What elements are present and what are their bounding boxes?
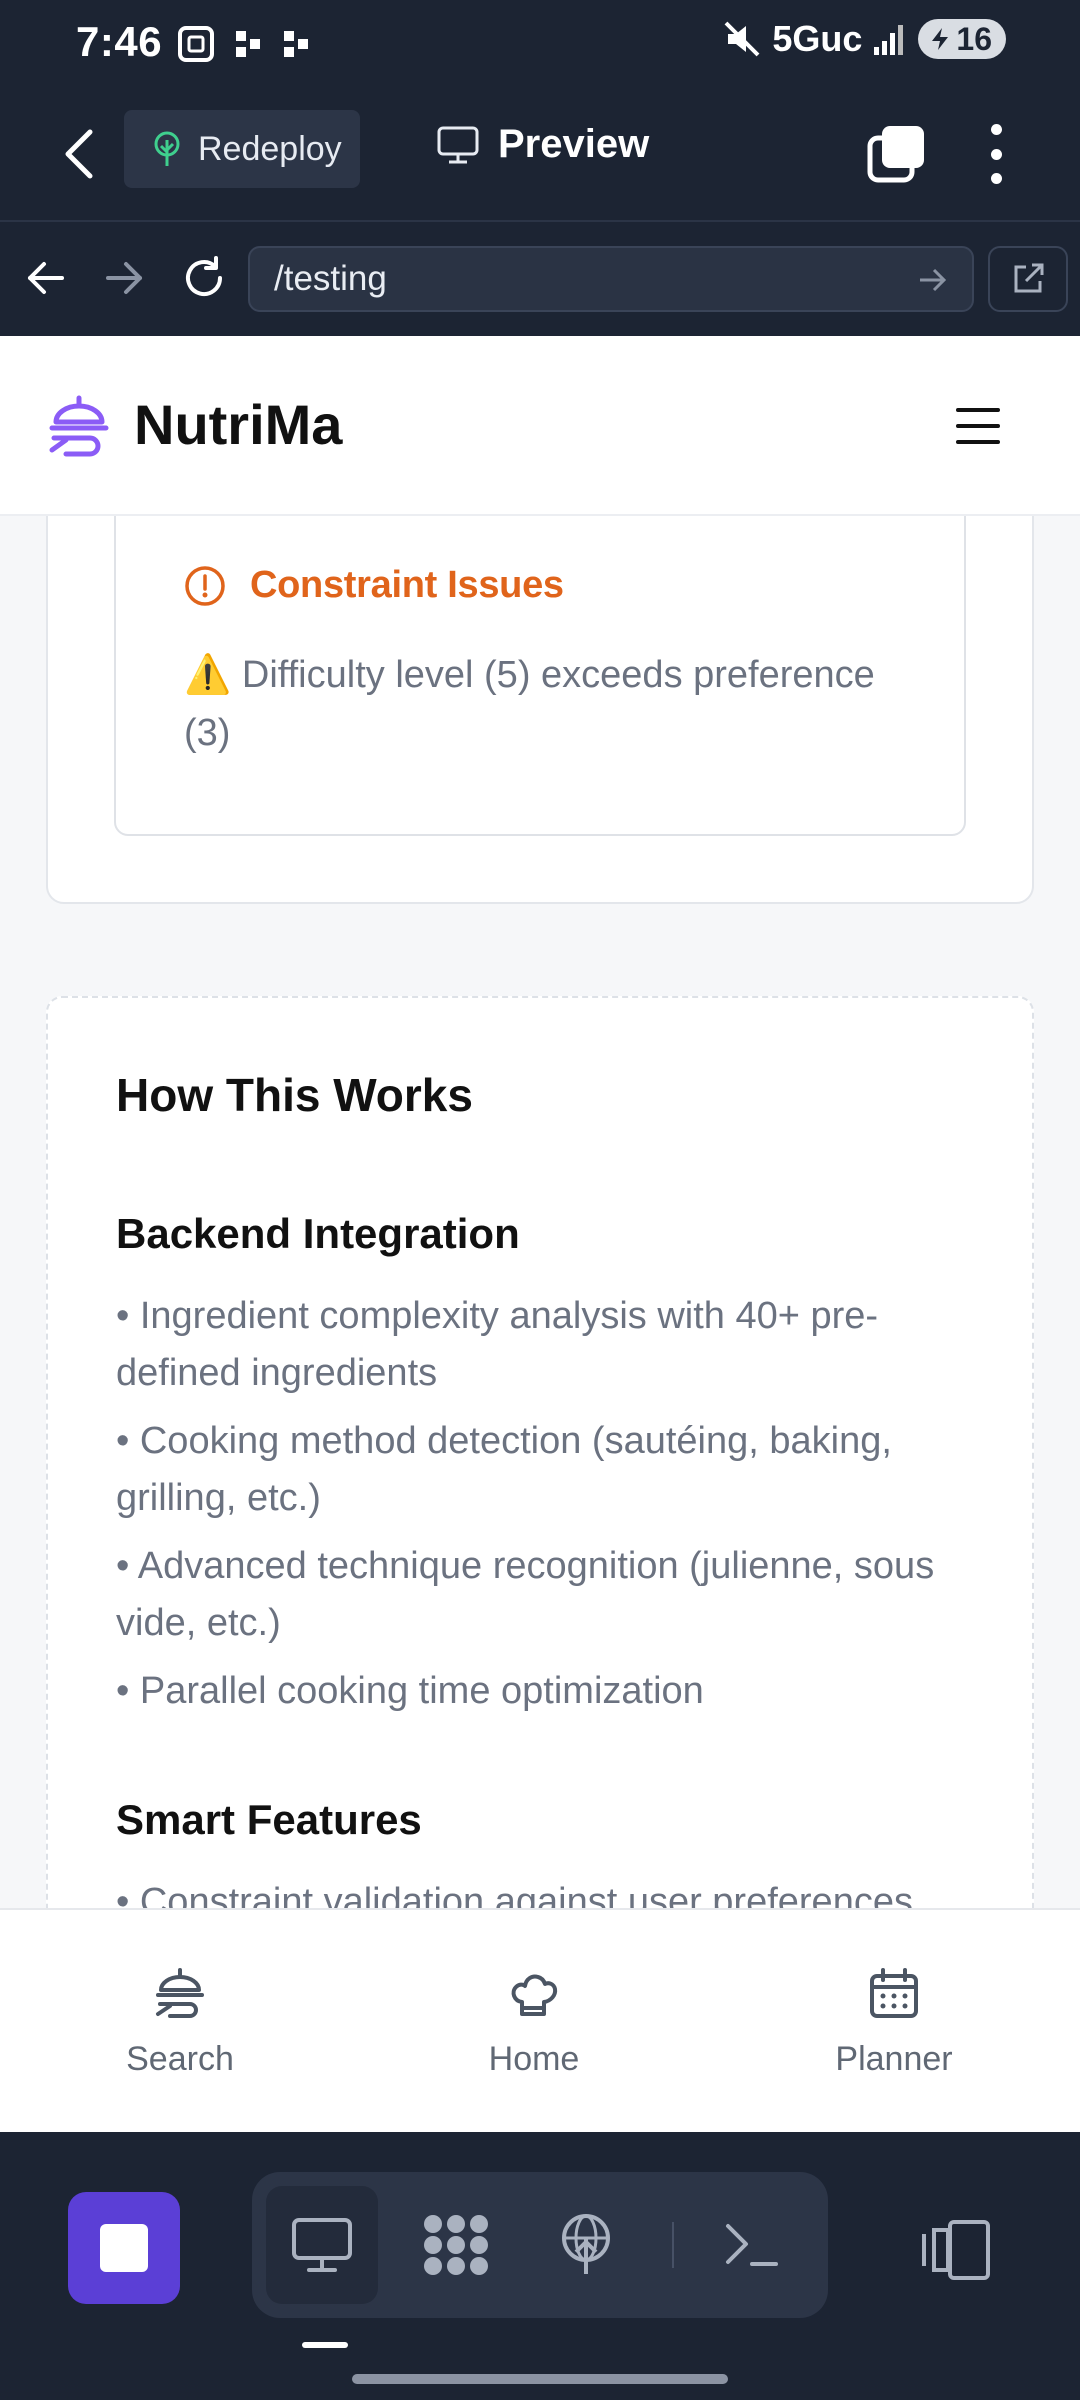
preview-tab[interactable]: Preview (436, 122, 649, 167)
tool-console[interactable] (696, 2186, 808, 2304)
nodes-icon (424, 2215, 488, 2275)
how-title: How This Works (116, 1069, 473, 1121)
tool-preview[interactable] (266, 2186, 378, 2304)
battery-indicator: 16 (918, 19, 1006, 59)
monitor-icon (292, 2218, 352, 2272)
stop-icon (100, 2224, 148, 2272)
app-toolbar: Redeploy Preview (0, 88, 1080, 222)
active-tab-indicator (302, 2342, 348, 2348)
status-right: 5Guc 16 (722, 18, 1006, 60)
external-link-icon (1014, 263, 1044, 293)
status-bar: 7:46 5Guc 16 (0, 0, 1080, 88)
redeploy-label: Redeploy (198, 129, 342, 168)
list-item: • Advanced technique recognition (julien… (116, 1545, 935, 1644)
tool-switcher (252, 2172, 828, 2318)
go-arrow-icon[interactable] (914, 262, 950, 298)
web-viewport: NutriMa Constraint Issues ⚠️ Difficulty … (0, 336, 1080, 2132)
nav-forward-icon[interactable] (96, 250, 152, 306)
url-text: /testing (274, 259, 387, 298)
terminal-icon (726, 2224, 778, 2266)
backend-list: • Ingredient complexity analysis with 40… (116, 1288, 976, 1731)
constraint-message: ⚠️ Difficulty level (5) exceeds preferen… (184, 654, 875, 754)
mute-icon (724, 21, 760, 57)
deploy-globe-icon (562, 2214, 610, 2274)
site-header: NutriMa (0, 336, 1080, 516)
dots-icon (236, 31, 260, 57)
preview-label: Preview (498, 122, 650, 166)
constraint-header: Constraint Issues (184, 564, 564, 607)
redeploy-button[interactable]: Redeploy (124, 110, 360, 188)
calendar-icon (870, 1968, 918, 2018)
constraint-title: Constraint Issues (250, 564, 564, 606)
nav-home[interactable]: Home (414, 1964, 654, 2079)
back-chevron-icon[interactable] (56, 124, 106, 184)
nav-planner-label: Planner (835, 2040, 953, 2078)
chef-hat-icon (511, 1974, 558, 2016)
reload-icon[interactable] (176, 250, 232, 306)
tree-icon (154, 131, 180, 166)
nav-search[interactable]: Search (60, 1964, 300, 2079)
smart-features-heading: Smart Features (116, 1796, 422, 1843)
signal-icon (874, 25, 904, 55)
dish-logo-icon[interactable] (44, 392, 114, 462)
screenshot-icon (178, 26, 214, 62)
battery-saver-icon (932, 28, 949, 50)
list-item: • Cooking method detection (sautéing, ba… (116, 1420, 892, 1519)
copy-icon[interactable] (866, 124, 926, 184)
open-external-button[interactable] (988, 246, 1068, 312)
system-home-indicator[interactable] (352, 2374, 728, 2384)
more-options-icon[interactable] (980, 120, 1012, 188)
backend-integration-heading: Backend Integration (116, 1210, 520, 1257)
network-label: 5Guc (772, 18, 863, 59)
nav-back-icon[interactable] (18, 250, 74, 306)
nav-planner[interactable]: Planner (774, 1964, 1014, 2079)
device-toggle-icon[interactable] (920, 2218, 992, 2282)
tool-deploy[interactable] (530, 2186, 642, 2304)
dots-icon (284, 31, 308, 57)
browser-url-bar: /testing (0, 222, 1080, 336)
hamburger-menu-icon[interactable] (956, 408, 1000, 444)
brand-name[interactable]: NutriMa (134, 392, 342, 457)
url-input[interactable]: /testing (248, 246, 974, 312)
tool-workspace[interactable] (400, 2186, 512, 2304)
battery-level: 16 (956, 20, 992, 57)
nav-home-label: Home (488, 2040, 580, 2078)
list-item: • Parallel cooking time optimization (116, 1670, 704, 1712)
monitor-icon (437, 126, 479, 163)
alert-circle-icon (185, 565, 225, 606)
status-notification-icons (176, 24, 312, 64)
stop-button[interactable] (68, 2192, 180, 2304)
nav-search-label: Search (126, 2040, 234, 2078)
status-time: 7:46 (76, 18, 163, 65)
divider (672, 2222, 674, 2268)
app-bottom-bar (0, 2132, 1080, 2400)
dish-search-icon (156, 1968, 204, 2018)
list-item: • Ingredient complexity analysis with 40… (116, 1295, 879, 1394)
site-bottom-nav: Search Home Planner (0, 1908, 1080, 2132)
